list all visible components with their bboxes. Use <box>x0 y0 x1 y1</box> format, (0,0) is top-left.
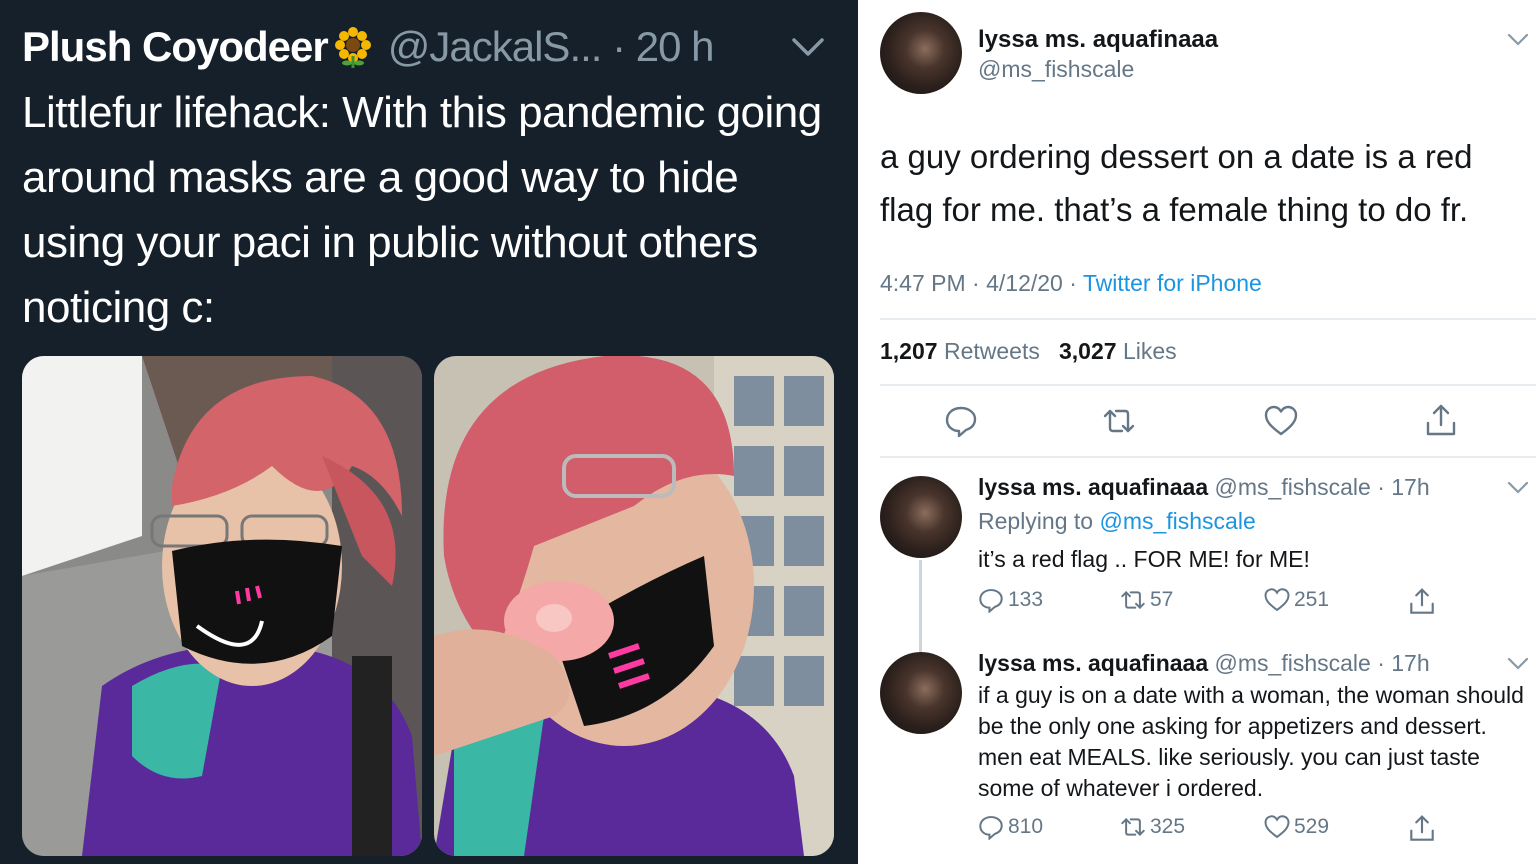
reply-1-reply-count: 133 <box>1008 588 1044 611</box>
chevron-down-icon[interactable] <box>1506 654 1530 674</box>
tweet-timestamp[interactable]: 4:47 PM · 4/12/20 · <box>880 270 1083 296</box>
reply-icon <box>979 589 1003 613</box>
divider <box>880 384 1536 386</box>
share-icon[interactable] <box>1408 588 1436 616</box>
retweet-icon <box>1121 817 1145 837</box>
left-tweet-panel: Plush Coyodeer @JackalS... · 20 h Little… <box>0 0 858 864</box>
reply-1-handle-time[interactable]: @ms_fishscale · 17h <box>1215 474 1430 500</box>
retweet-icon <box>1121 590 1145 610</box>
retweets-count[interactable]: 1,207 <box>880 338 938 364</box>
left-handle-time[interactable]: @JackalS... · 20 h <box>388 23 715 71</box>
left-tweet-header: Plush Coyodeer @JackalS... · 20 h <box>22 22 715 72</box>
reply-1-reply-button[interactable]: 133 <box>978 587 1043 613</box>
share-icon[interactable] <box>1408 815 1436 843</box>
divider <box>880 318 1536 320</box>
main-tweet-text: a guy ordering dessert on a date is a re… <box>880 138 1473 228</box>
sunflower-emoji-icon <box>332 26 374 68</box>
chevron-down-icon[interactable] <box>1506 30 1530 50</box>
left-display-name[interactable]: Plush Coyodeer <box>22 23 329 71</box>
replying-to: Replying to @ms_fishscale <box>978 508 1256 535</box>
left-tweet-text: Littlefur lifehack: With this pandemic g… <box>22 88 822 332</box>
tweet-stats: 1,207 Retweets 3,027 Likes <box>880 338 1177 365</box>
retweets-label[interactable]: Retweets <box>944 338 1040 364</box>
reply-2-handle-time[interactable]: @ms_fishscale · 17h <box>1215 650 1430 676</box>
like-icon <box>1264 588 1290 612</box>
avatar[interactable] <box>880 12 962 94</box>
thread-line <box>919 560 922 656</box>
main-display-name[interactable]: lyssa ms. aquafinaaa <box>978 26 1218 54</box>
like-icon[interactable] <box>1264 404 1298 438</box>
reply-icon[interactable] <box>944 404 978 438</box>
right-tweet-panel: lyssa ms. aquafinaaa @ms_fishscale a guy… <box>858 0 1536 864</box>
tweet-meta: 4:47 PM · 4/12/20 · Twitter for iPhone <box>880 270 1262 297</box>
reply-1-display-name[interactable]: lyssa ms. aquafinaaa <box>978 474 1208 500</box>
retweet-icon[interactable] <box>1102 404 1136 438</box>
reply-2-header: lyssa ms. aquafinaaa @ms_fishscale · 17h <box>978 650 1430 677</box>
avatar[interactable] <box>880 476 962 558</box>
reply-2-display-name[interactable]: lyssa ms. aquafinaaa <box>978 650 1208 676</box>
reply-2-reply-count: 810 <box>1008 815 1044 838</box>
replying-to-label: Replying to <box>978 508 1100 534</box>
divider <box>880 456 1536 458</box>
reply-1-text: it’s a red flag .. FOR ME! for ME! <box>978 546 1310 572</box>
chevron-down-icon[interactable] <box>788 30 828 66</box>
like-icon <box>1264 815 1290 839</box>
reply-2-like-button[interactable]: 529 <box>1264 814 1329 840</box>
reply-2-like-count: 529 <box>1294 815 1330 838</box>
reply-icon <box>979 816 1003 840</box>
reply-2-retweet-count: 325 <box>1150 815 1186 838</box>
share-icon[interactable] <box>1424 404 1458 438</box>
tweet-photo-1[interactable] <box>22 356 422 856</box>
chevron-down-icon[interactable] <box>1506 478 1530 498</box>
reply-1-header: lyssa ms. aquafinaaa @ms_fishscale · 17h <box>978 474 1430 501</box>
reply-1-retweet-count: 57 <box>1150 588 1174 611</box>
reply-2-reply-button[interactable]: 810 <box>978 814 1043 840</box>
reply-1-like-count: 251 <box>1294 588 1330 611</box>
likes-label[interactable]: Likes <box>1123 338 1177 364</box>
replying-to-handle[interactable]: @ms_fishscale <box>1099 508 1255 534</box>
avatar[interactable] <box>880 652 962 734</box>
reply-1-retweet-button[interactable]: 57 <box>1120 587 1173 613</box>
main-handle[interactable]: @ms_fishscale <box>978 56 1134 83</box>
tweet-source-app[interactable]: Twitter for iPhone <box>1083 270 1262 296</box>
likes-count[interactable]: 3,027 <box>1059 338 1117 364</box>
tweet-photo-2[interactable] <box>434 356 834 856</box>
reply-1-like-button[interactable]: 251 <box>1264 587 1329 613</box>
reply-2-text: if a guy is on a date with a woman, the … <box>978 682 1524 801</box>
reply-2-retweet-button[interactable]: 325 <box>1120 814 1185 840</box>
